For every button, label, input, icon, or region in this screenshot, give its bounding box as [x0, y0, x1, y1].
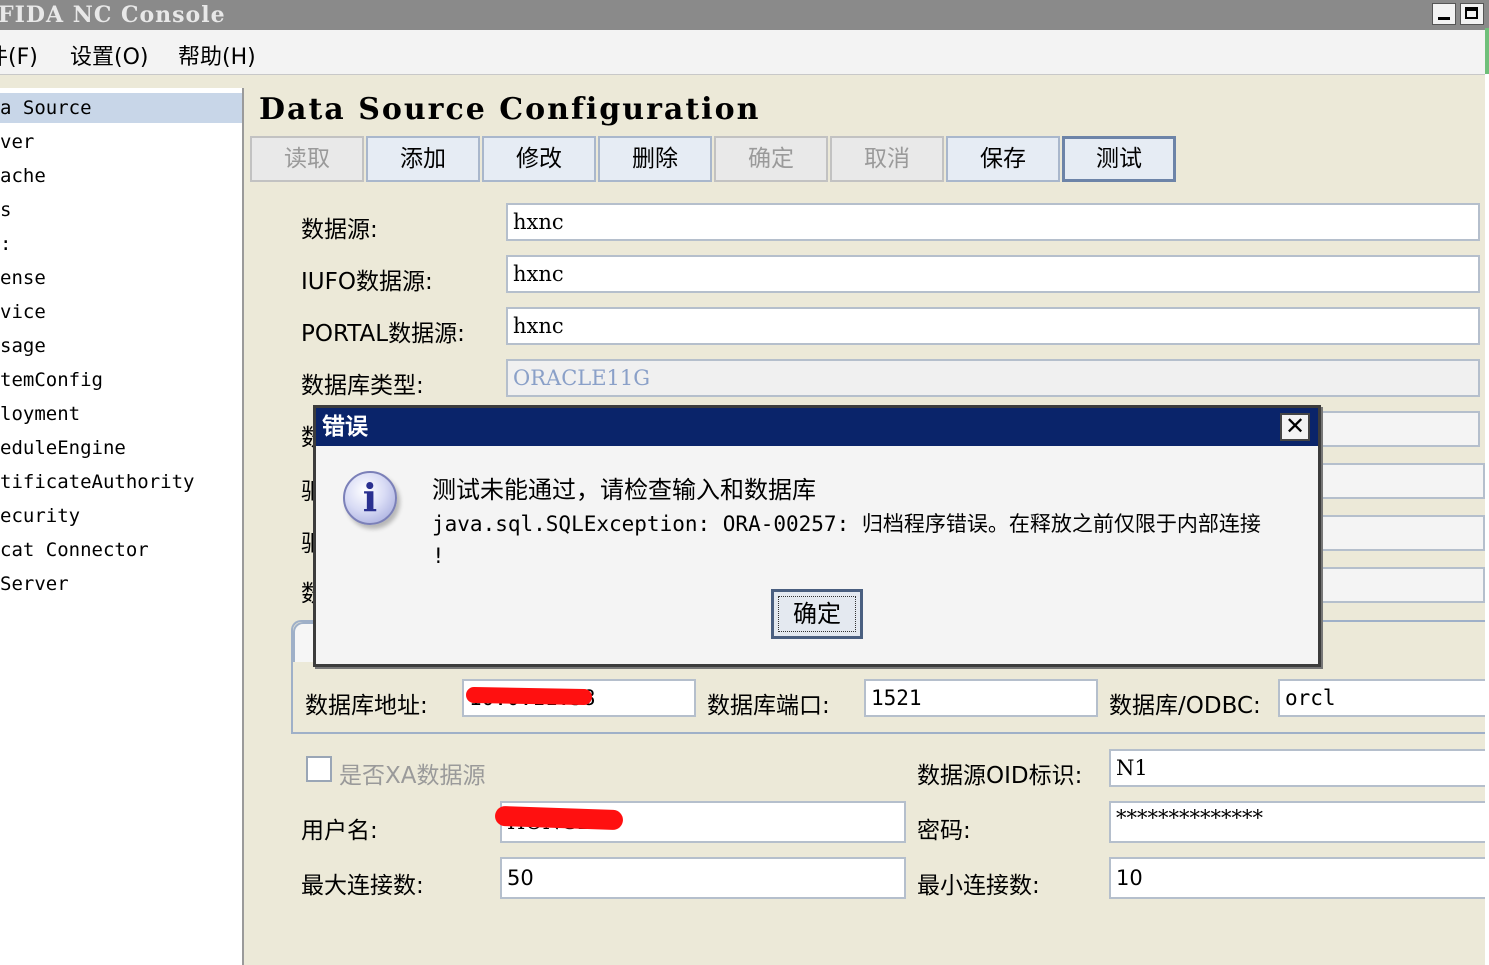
- sidebar-tree: a Source ver ache s : ense vice sage tem…: [0, 88, 244, 965]
- error-message-detail: java.sql.SQLException: ORA-00257: 归档程序错误…: [432, 512, 1261, 536]
- menu-bar: 件(F) 设置(O) 帮助(H): [0, 30, 1485, 75]
- menu-help[interactable]: 帮助(H): [178, 39, 256, 71]
- cancel-button[interactable]: 取消: [830, 136, 944, 182]
- window-title-bar: FIDA NC Console: [0, 0, 1489, 30]
- sidebar-item-license[interactable]: ense: [0, 263, 46, 293]
- modify-button[interactable]: 修改: [482, 136, 596, 182]
- sidebar-item-s[interactable]: s: [0, 195, 11, 225]
- sidebar-item-security[interactable]: ecurity: [0, 501, 80, 531]
- dialog-title-bar: 错误 ✕: [316, 408, 1318, 446]
- username-label: 用户名:: [301, 818, 378, 844]
- sidebar-item-server[interactable]: ver: [0, 127, 34, 157]
- sidebar-item-schedule-engine[interactable]: eduleEngine: [0, 433, 126, 463]
- max-connections-label: 最大连接数:: [301, 873, 424, 899]
- error-message-title: 测试未能通过，请检查输入和数据库: [432, 476, 816, 504]
- db-address-label: 数据库地址:: [305, 693, 428, 719]
- dialog-title: 错误: [322, 414, 368, 440]
- password-field[interactable]: **************: [1109, 801, 1485, 843]
- sidebar-item-server-2[interactable]: Server: [0, 569, 69, 599]
- error-message-tail: !: [432, 544, 445, 568]
- hidden-row-field-3: [1310, 515, 1485, 551]
- sidebar-item-message[interactable]: sage: [0, 331, 46, 361]
- db-port-field[interactable]: 1521: [864, 679, 1098, 717]
- group-tab: [293, 622, 315, 662]
- db-type-label: 数据库类型:: [301, 373, 424, 399]
- maximize-button[interactable]: [1460, 3, 1484, 25]
- add-button[interactable]: 添加: [366, 136, 480, 182]
- window-title: FIDA NC Console: [0, 2, 226, 28]
- sidebar-item-system-config[interactable]: temConfig: [0, 365, 103, 395]
- portal-datasource-label: PORTAL数据源:: [301, 321, 465, 347]
- iufo-datasource-label: IUFO数据源:: [301, 269, 433, 295]
- password-label: 密码:: [917, 818, 971, 844]
- sidebar-item-tomcat-connector[interactable]: cat Connector: [0, 535, 149, 565]
- confirm-button[interactable]: 确定: [714, 136, 828, 182]
- datasource-field[interactable]: hxnc: [506, 203, 1480, 241]
- min-connections-field[interactable]: 10: [1109, 857, 1485, 899]
- db-type-field[interactable]: ORACLE11G: [506, 359, 1480, 397]
- redaction-scribble-address: [465, 686, 593, 706]
- error-dialog: 错误 ✕ i 测试未能通过，请检查输入和数据库 java.sql.SQLExce…: [313, 405, 1321, 667]
- minimize-button[interactable]: [1432, 3, 1456, 25]
- datasource-label: 数据源:: [301, 217, 378, 243]
- oid-field[interactable]: N1: [1109, 749, 1485, 787]
- read-button[interactable]: 读取: [250, 136, 364, 182]
- menu-file[interactable]: 件(F): [0, 39, 38, 71]
- dialog-ok-button[interactable]: 确定: [771, 589, 863, 639]
- sidebar-item-service[interactable]: vice: [0, 297, 46, 327]
- db-odbc-label: 数据库/ODBC:: [1109, 693, 1261, 719]
- info-icon: i: [343, 471, 397, 525]
- sidebar-item-colon[interactable]: :: [0, 229, 11, 259]
- save-button[interactable]: 保存: [946, 136, 1060, 182]
- portal-datasource-field[interactable]: hxnc: [506, 307, 1480, 345]
- xa-checkbox[interactable]: [306, 756, 332, 782]
- hidden-row-field-2: [1310, 463, 1485, 499]
- right-edge: [1485, 74, 1489, 965]
- xa-label: 是否XA数据源: [339, 763, 486, 789]
- sidebar-item-cache[interactable]: ache: [0, 161, 46, 191]
- min-connections-label: 最小连接数:: [917, 873, 1040, 899]
- delete-button[interactable]: 删除: [598, 136, 712, 182]
- oid-label: 数据源OID标识:: [917, 763, 1083, 789]
- db-port-label: 数据库端口:: [707, 693, 830, 719]
- db-odbc-field[interactable]: orcl: [1278, 679, 1485, 717]
- sidebar-item-certificate-authority[interactable]: tificateAuthority: [0, 467, 194, 497]
- hidden-row-field-1: [1310, 411, 1480, 447]
- test-button[interactable]: 测试: [1062, 136, 1176, 182]
- page-title: Data Source Configuration: [259, 92, 761, 127]
- sidebar-item-deployment[interactable]: loyment: [0, 399, 80, 429]
- max-connections-field[interactable]: 50: [500, 857, 906, 899]
- hidden-row-field-4: [1310, 567, 1485, 603]
- iufo-datasource-field[interactable]: hxnc: [506, 255, 1480, 293]
- sidebar-item-data-source[interactable]: a Source: [0, 93, 242, 123]
- menu-settings[interactable]: 设置(O): [70, 39, 148, 71]
- close-icon[interactable]: ✕: [1280, 413, 1310, 441]
